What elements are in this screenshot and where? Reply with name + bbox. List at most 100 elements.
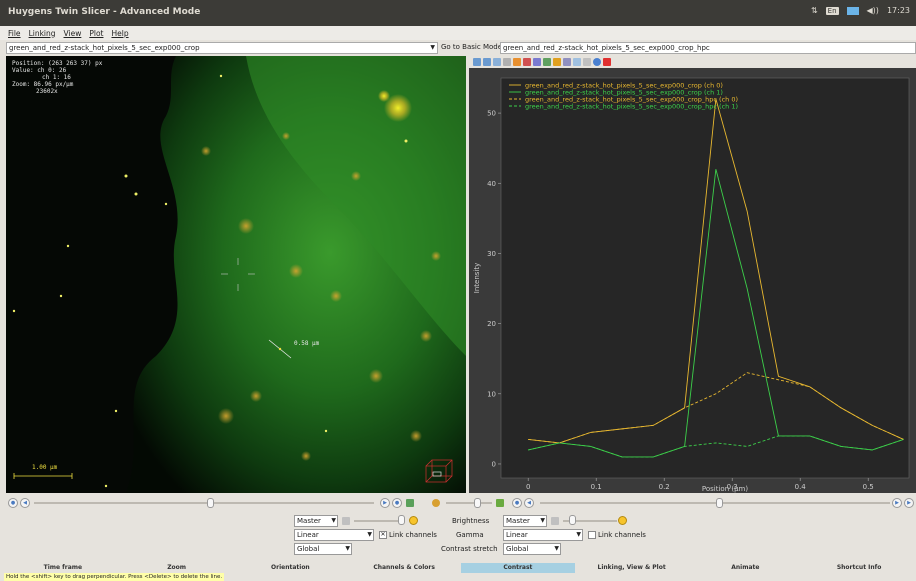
grid-icon[interactable]: [573, 58, 581, 66]
save-icon[interactable]: [553, 58, 561, 66]
tab-zoom[interactable]: Zoom: [120, 563, 234, 573]
contrast-stretch-label: Contrast stretch: [441, 545, 498, 553]
system-tray: ⇅ En ◀)) 17:23: [811, 6, 910, 15]
left-stretch-select[interactable]: Global ▼: [294, 543, 352, 555]
close-plot-icon[interactable]: [603, 58, 611, 66]
left-slider-back-button[interactable]: ◀: [20, 498, 30, 508]
tab-channels-colors[interactable]: Channels & Colors: [347, 563, 461, 573]
blend-left-icon[interactable]: [432, 499, 440, 507]
menu-bar: File Linking View Plot Help: [0, 26, 916, 40]
y-tick-label: 50: [487, 110, 496, 118]
network-icon[interactable]: ⇅: [811, 6, 818, 15]
left-channel-select[interactable]: Master ▼: [294, 515, 338, 527]
right-image-selector[interactable]: green_and_red_z-stack_hot_pixels_5_sec_e…: [500, 42, 916, 54]
volume-icon[interactable]: ◀)): [867, 6, 879, 15]
right-stretch-select[interactable]: Global ▼: [503, 543, 561, 555]
copy-icon[interactable]: [563, 58, 571, 66]
histogram-icon[interactable]: [533, 58, 541, 66]
export-icon[interactable]: [543, 58, 551, 66]
x-tick-label: 0.1: [591, 483, 602, 491]
tab-contrast[interactable]: Contrast: [461, 563, 575, 573]
gamma-label: Gamma: [456, 531, 484, 539]
right-reset-icon[interactable]: [551, 517, 559, 525]
status-bar: Hold the <shift> key to drag perpendicul…: [0, 573, 916, 581]
right-slice-track[interactable]: [540, 502, 890, 504]
blend-right-icon[interactable]: [496, 499, 504, 507]
chevron-down-icon: ▼: [345, 545, 350, 552]
value-ch0-readout: Value: ch 0: 26: [12, 67, 67, 74]
y-tick-label: 40: [487, 180, 496, 188]
right-slice-handle[interactable]: [716, 498, 723, 508]
image-viewer[interactable]: Position: (263 263 37) px Value: ch 0: 2…: [6, 56, 466, 493]
menu-linking[interactable]: Linking: [29, 29, 56, 38]
zoom-region-icon[interactable]: [493, 58, 501, 66]
right-slider-min-button[interactable]: ●: [512, 498, 522, 508]
zoom-in-icon[interactable]: [473, 58, 481, 66]
right-channel-value: Master: [506, 517, 530, 525]
legend-icon[interactable]: [583, 58, 591, 66]
tab-linking-view-plot[interactable]: Linking, View & Plot: [575, 563, 689, 573]
left-slice-handle[interactable]: [207, 498, 214, 508]
x-tick-label: 0.4: [795, 483, 807, 491]
right-image-name: green_and_red_z-stack_hot_pixels_5_sec_e…: [503, 44, 710, 52]
left-slider-forward-button[interactable]: ▶: [380, 498, 390, 508]
right-brightness-indicator[interactable]: [618, 516, 627, 525]
keyboard-layout-indicator[interactable]: En: [825, 6, 839, 15]
left-slider-max-button[interactable]: ●: [392, 498, 402, 508]
tab-orientation[interactable]: Orientation: [234, 563, 348, 573]
right-link-channels-checkbox[interactable]: [588, 531, 596, 539]
y-tick-label: 30: [487, 250, 496, 258]
tab-animate[interactable]: Animate: [689, 563, 803, 573]
right-gamma-mode-select[interactable]: Linear ▼: [503, 529, 583, 541]
left-link-channels-checkbox[interactable]: ✕: [379, 531, 387, 539]
sync-icon[interactable]: [406, 499, 414, 507]
blend-track[interactable]: [446, 502, 492, 504]
left-gamma-mode-select[interactable]: Linear ▼: [294, 529, 374, 541]
x-tick-label: 0.5: [863, 483, 874, 491]
mail-icon[interactable]: [846, 6, 859, 15]
chevron-down-icon: ▼: [367, 531, 372, 538]
scale-bar-label: 1.00 µm: [32, 464, 58, 471]
intensity-plot-pane: 0 0.1 0.2 0.3 0.4 0.5 0 10 20 30 40 50 Position (µm)…: [469, 56, 916, 493]
zoom-readout: Zoom: 86.96 px/µm: [12, 81, 74, 88]
right-link-channels-label: Link channels: [598, 531, 646, 539]
left-reset-icon[interactable]: [342, 517, 350, 525]
tab-time-frame[interactable]: Time frame: [6, 563, 120, 573]
help-icon[interactable]: [593, 58, 601, 66]
go-to-basic-mode-button[interactable]: Go to Basic Mode: [441, 43, 502, 51]
zoom-out-icon[interactable]: [483, 58, 491, 66]
right-slider-back-button[interactable]: ◀: [524, 498, 534, 508]
blend-handle[interactable]: [474, 498, 481, 508]
left-slice-track[interactable]: [34, 502, 374, 504]
chevron-down-icon: ▼: [576, 531, 581, 538]
chevron-down-icon: ▼: [331, 517, 336, 524]
microscopy-image: [6, 56, 466, 493]
left-slider-min-button[interactable]: ●: [8, 498, 18, 508]
left-brightness-indicator[interactable]: [409, 516, 418, 525]
left-link-channels-label: Link channels: [389, 531, 437, 539]
left-image-selector[interactable]: green_and_red_z-stack_hot_pixels_5_sec_e…: [6, 42, 438, 54]
right-gamma-mode-value: Linear: [506, 531, 528, 539]
menu-view[interactable]: View: [64, 29, 82, 38]
file-bar: green_and_red_z-stack_hot_pixels_5_sec_e…: [0, 40, 916, 56]
menu-file[interactable]: File: [8, 29, 21, 38]
clock[interactable]: 17:23: [887, 6, 910, 15]
menu-help[interactable]: Help: [111, 29, 128, 38]
paint-icon[interactable]: [513, 58, 521, 66]
right-slider-forward-button[interactable]: ▶: [892, 498, 902, 508]
left-brightness-handle[interactable]: [398, 515, 405, 525]
right-channel-select[interactable]: Master ▼: [503, 515, 547, 527]
measurement-label: 0.58 µm: [294, 340, 320, 347]
left-brightness-track[interactable]: [354, 520, 404, 522]
axis-icon[interactable]: [503, 58, 511, 66]
line-style-icon[interactable]: [523, 58, 531, 66]
right-brightness-handle[interactable]: [569, 515, 576, 525]
right-stretch-value: Global: [506, 545, 529, 553]
menu-plot[interactable]: Plot: [89, 29, 103, 38]
y-axis-label: Intensity: [473, 263, 481, 293]
right-slider-max-button[interactable]: ▶: [904, 498, 914, 508]
chevron-down-icon: ▼: [554, 545, 559, 552]
x-tick-label: 0.2: [659, 483, 670, 491]
intensity-line-chart[interactable]: 0 0.1 0.2 0.3 0.4 0.501020304050Position (µm)…: [469, 68, 916, 493]
tab-shortcut-info[interactable]: Shortcut Info: [802, 563, 916, 573]
